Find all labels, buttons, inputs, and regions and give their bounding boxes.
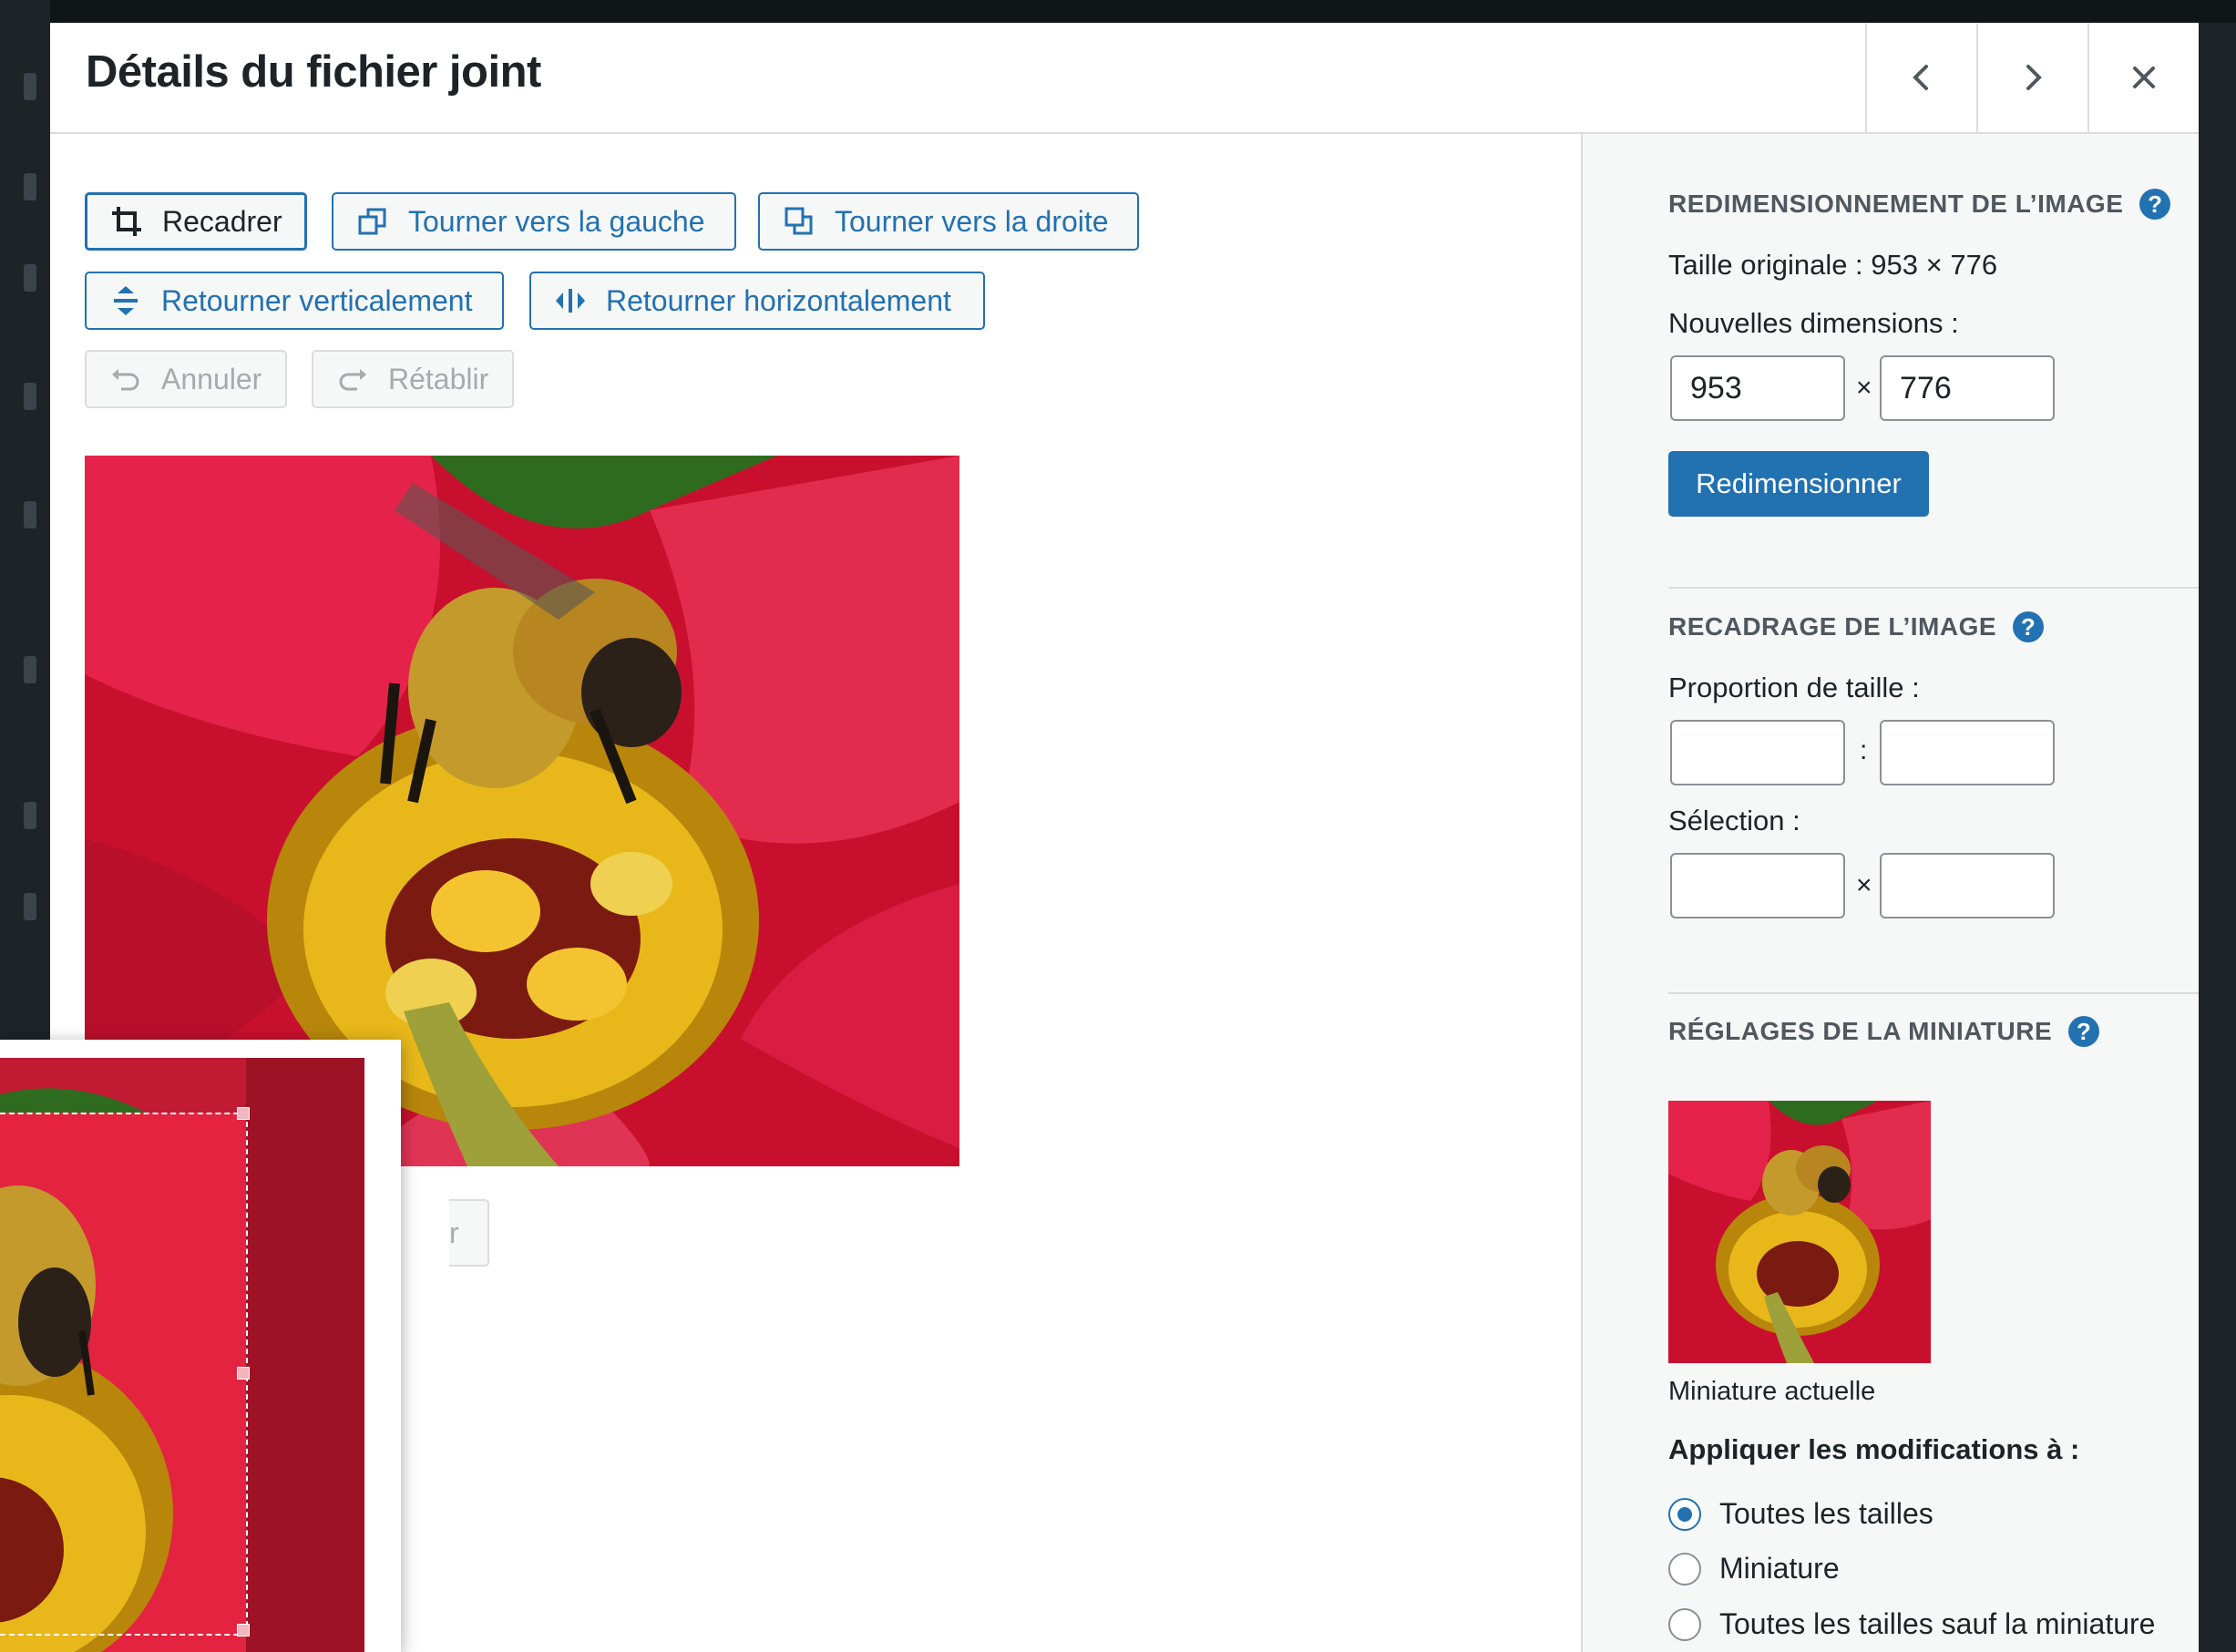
admin-menu-icon	[24, 501, 36, 528]
flip-horizontal-button[interactable]: Retourner horizontalement	[529, 272, 985, 330]
modal-title: Détails du fichier joint	[86, 47, 541, 97]
rotate-left-icon	[358, 208, 386, 235]
rotate-left-button[interactable]: Tourner vers la gauche	[332, 192, 736, 251]
resize-section-title: REDIMENSIONNEMENT DE L’IMAGE ?	[1668, 189, 2171, 220]
flip-vertical-icon	[114, 286, 138, 315]
admin-menu-icon	[24, 73, 36, 100]
crop-selection-box[interactable]	[0, 1113, 248, 1636]
crop-section-title: RECADRAGE DE L’IMAGE ?	[1668, 611, 2045, 642]
admin-menu-icon	[24, 383, 36, 410]
crop-button[interactable]: Recadrer	[85, 192, 307, 251]
rotate-right-icon	[785, 207, 813, 235]
partial-button-text: r	[449, 1216, 459, 1249]
section-divider	[1668, 587, 2199, 589]
close-modal-button[interactable]	[2087, 23, 2199, 132]
close-icon	[2133, 67, 2155, 88]
redo-button[interactable]: Rétablir	[312, 350, 514, 408]
admin-menu-icon	[24, 173, 36, 200]
admin-menu-icon	[24, 264, 36, 292]
aspect-ratio-separator: :	[1860, 735, 1868, 765]
redo-label: Rétablir	[388, 362, 489, 395]
chevron-right-icon	[2026, 65, 2042, 90]
undo-label: Annuler	[161, 362, 262, 395]
partially-hidden-button[interactable]: r	[449, 1199, 489, 1267]
redo-icon	[339, 369, 366, 391]
admin-menu-icon	[24, 893, 36, 920]
top-admin-bar	[0, 0, 2236, 23]
crop-icon	[112, 207, 141, 236]
crop-help-icon[interactable]: ?	[2013, 611, 2045, 642]
crop-handle-top-right[interactable]	[237, 1107, 250, 1120]
radio-unselected[interactable]	[1668, 1552, 1701, 1585]
aspect-ratio-label: Proportion de taille :	[1668, 672, 1920, 703]
image-settings-sidebar: REDIMENSIONNEMENT DE L’IMAGE ? Taille or…	[1581, 134, 2199, 1652]
apply-all-sizes-option[interactable]: Toutes les tailles	[1668, 1497, 1933, 1531]
resize-height-input[interactable]	[1880, 355, 2055, 421]
thumbnail-section-title: RÉGLAGES DE LA MINIATURE ?	[1668, 1016, 2100, 1047]
current-thumbnail-caption: Miniature actuelle	[1668, 1377, 1876, 1406]
selection-label: Sélection :	[1668, 805, 1800, 836]
thumbnail-title-text: RÉGLAGES DE LA MINIATURE	[1668, 1017, 2053, 1045]
modal-header: Détails du fichier joint	[50, 23, 2199, 134]
apply-all-except-thumbnail-label: Toutes les tailles sauf la miniature	[1719, 1607, 2156, 1640]
radio-unselected[interactable]	[1668, 1607, 1701, 1641]
new-dimensions-label: Nouvelles dimensions :	[1668, 307, 1959, 339]
resize-help-icon[interactable]: ?	[2139, 189, 2171, 220]
chevron-left-icon	[1913, 65, 1928, 90]
undo-button[interactable]: Annuler	[85, 350, 287, 408]
previous-attachment-button[interactable]	[1865, 23, 1976, 132]
original-size-text: Taille originale : 953 × 776	[1668, 249, 1998, 281]
section-divider	[1668, 992, 2199, 994]
rotate-right-button[interactable]: Tourner vers la droite	[758, 192, 1139, 251]
apply-changes-label: Appliquer les modifications à :	[1668, 1433, 2080, 1465]
admin-menu-icon	[24, 802, 36, 829]
current-thumbnail-image	[1668, 1101, 1931, 1363]
rotate-left-label: Tourner vers la gauche	[408, 204, 705, 238]
crop-title-text: RECADRAGE DE L’IMAGE	[1668, 612, 1997, 641]
resize-width-input[interactable]	[1670, 355, 1845, 421]
selection-height-input[interactable]	[1880, 853, 2055, 918]
flip-horizontal-icon	[556, 289, 585, 313]
radio-selected[interactable]	[1668, 1497, 1701, 1531]
next-attachment-button[interactable]	[1976, 23, 2087, 132]
resize-button[interactable]: Redimensionner	[1668, 451, 1929, 517]
thumbnail-help-icon[interactable]: ?	[2068, 1016, 2100, 1047]
aspect-ratio-height-input[interactable]	[1880, 720, 2055, 785]
apply-thumbnail-option[interactable]: Miniature	[1668, 1552, 1840, 1585]
rotate-right-label: Tourner vers la droite	[835, 204, 1109, 238]
resize-separator: ×	[1856, 373, 1872, 403]
resize-title-text: REDIMENSIONNEMENT DE L’IMAGE	[1668, 190, 2124, 218]
admin-menu-icon	[24, 656, 36, 683]
apply-all-sizes-label: Toutes les tailles	[1719, 1497, 1933, 1530]
crop-button-label: Recadrer	[162, 204, 282, 238]
flip-vertical-button[interactable]: Retourner verticalement	[85, 272, 504, 330]
flip-vertical-label: Retourner verticalement	[161, 283, 473, 317]
undo-icon	[112, 369, 139, 391]
apply-all-except-thumbnail-option[interactable]: Toutes les tailles sauf la miniature	[1668, 1607, 2155, 1641]
crop-handle-right[interactable]	[237, 1367, 250, 1380]
apply-thumbnail-label: Miniature	[1719, 1552, 1840, 1585]
aspect-ratio-width-input[interactable]	[1670, 720, 1845, 785]
flip-horizontal-label: Retourner horizontalement	[606, 283, 951, 317]
crop-handle-bottom-right[interactable]	[237, 1624, 250, 1637]
selection-width-input[interactable]	[1670, 853, 1845, 918]
selection-separator: ×	[1856, 870, 1872, 900]
